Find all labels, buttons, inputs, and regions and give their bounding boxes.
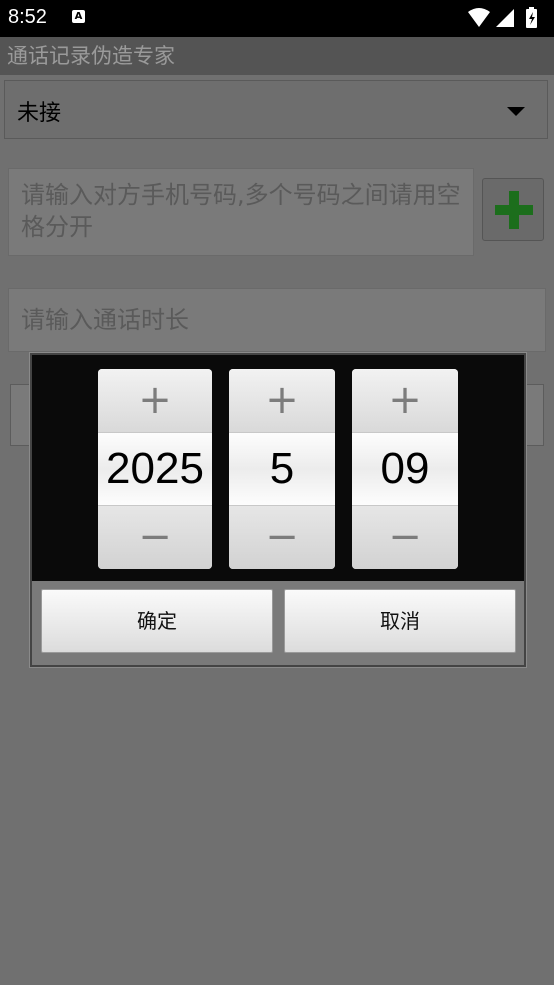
day-picker: + 09 −: [352, 369, 458, 569]
day-decrement-button[interactable]: −: [352, 505, 458, 569]
dropdown-arrow-icon: [507, 107, 525, 116]
year-picker: + 2025 −: [98, 369, 212, 569]
phone-number-input[interactable]: 请输入对方手机号码,多个号码之间请用空格分开: [8, 168, 474, 256]
status-time: 8:52: [8, 6, 47, 28]
status-bar: 8:52 A: [0, 0, 554, 37]
year-value[interactable]: 2025: [98, 433, 212, 505]
year-decrement-button[interactable]: −: [98, 505, 212, 569]
call-duration-input[interactable]: 请输入通话时长: [8, 288, 546, 352]
confirm-button[interactable]: 确定: [41, 589, 273, 653]
add-number-button[interactable]: [482, 178, 544, 241]
notification-a-icon: A: [72, 10, 85, 23]
app-title: 通话记录伪造专家: [7, 44, 175, 68]
year-increment-button[interactable]: +: [98, 369, 212, 433]
signal-icon: [496, 9, 514, 27]
cancel-button[interactable]: 取消: [284, 589, 516, 653]
day-increment-button[interactable]: +: [352, 369, 458, 433]
day-value[interactable]: 09: [352, 433, 458, 505]
month-picker: + 5 −: [229, 369, 335, 569]
call-type-spinner[interactable]: 未接: [4, 80, 548, 139]
date-picker-dialog: + 2025 − + 5 − + 09 − 确定 取消: [30, 353, 526, 667]
call-type-value: 未接: [17, 101, 62, 126]
app-title-bar: 通话记录伪造专家: [0, 37, 554, 75]
wifi-icon: [468, 8, 490, 27]
month-decrement-button[interactable]: −: [229, 505, 335, 569]
month-value[interactable]: 5: [229, 433, 335, 505]
month-increment-button[interactable]: +: [229, 369, 335, 433]
status-icons: [468, 7, 537, 28]
dialog-button-bar: 确定 取消: [32, 581, 524, 665]
